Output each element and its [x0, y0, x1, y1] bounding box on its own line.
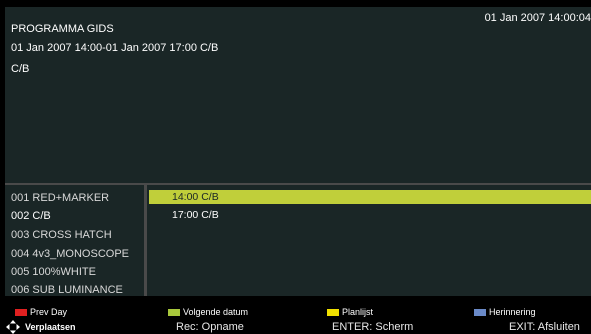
blue-key-icon — [474, 309, 486, 316]
legend-red-prev-day[interactable]: Prev Day — [15, 307, 67, 318]
program-info-panel: 01 Jan 2007 14:00:04 PROGRAMMA GIDS 01 J… — [5, 7, 591, 183]
program-time-range: 01 Jan 2007 14:00-01 Jan 2007 17:00 C/B — [11, 42, 219, 54]
channel-list: 001 RED+MARKER 002 C/B 003 CROSS HATCH 0… — [5, 183, 147, 296]
channel-item-002-selected[interactable]: 002 C/B — [11, 210, 51, 223]
channel-item-003[interactable]: 003 CROSS HATCH — [11, 229, 112, 242]
green-key-icon — [168, 309, 180, 316]
legend-label: Volgende datum — [183, 307, 249, 317]
event-item[interactable]: 17:00 C/B — [172, 209, 219, 222]
rec-hint: Rec: Opname — [176, 321, 244, 333]
legend-label: Herinnering — [489, 307, 536, 317]
legend-yellow-schedule[interactable]: Planlijst — [327, 307, 373, 318]
epg-screen: 01 Jan 2007 14:00:04 PROGRAMMA GIDS 01 J… — [0, 0, 591, 334]
move-label: Verplaatsen — [25, 322, 76, 332]
channel-item-004[interactable]: 004 4v3_MONOSCOPE — [11, 248, 129, 261]
program-name: C/B — [11, 63, 30, 75]
footer-legend: Prev Day Volgende datum Planlijst Herinn… — [0, 296, 591, 334]
event-list: 14:00 C/B 17:00 C/B — [147, 183, 591, 296]
legend-label: Planlijst — [342, 307, 374, 317]
channel-item-005[interactable]: 005 100%WHITE — [11, 266, 96, 279]
exit-hint: EXIT: Afsluiten — [509, 321, 580, 333]
enter-hint: ENTER: Scherm — [332, 321, 414, 333]
legend-blue-reminder[interactable]: Herinnering — [474, 307, 536, 318]
channel-item-001[interactable]: 001 RED+MARKER — [11, 192, 109, 205]
red-key-icon — [15, 309, 27, 316]
event-item-selected[interactable]: 14:00 C/B — [172, 191, 219, 204]
dpad-arrows-icon — [6, 320, 20, 334]
move-hint: Verplaatsen — [6, 320, 76, 334]
current-time: 01 Jan 2007 14:00:04 — [484, 12, 591, 24]
page-title: PROGRAMMA GIDS — [11, 23, 114, 35]
legend-label: Prev Day — [30, 307, 68, 317]
channel-item-006[interactable]: 006 SUB LUMINANCE — [11, 284, 123, 296]
yellow-key-icon — [327, 309, 339, 316]
legend-green-next-date[interactable]: Volgende datum — [168, 307, 248, 318]
